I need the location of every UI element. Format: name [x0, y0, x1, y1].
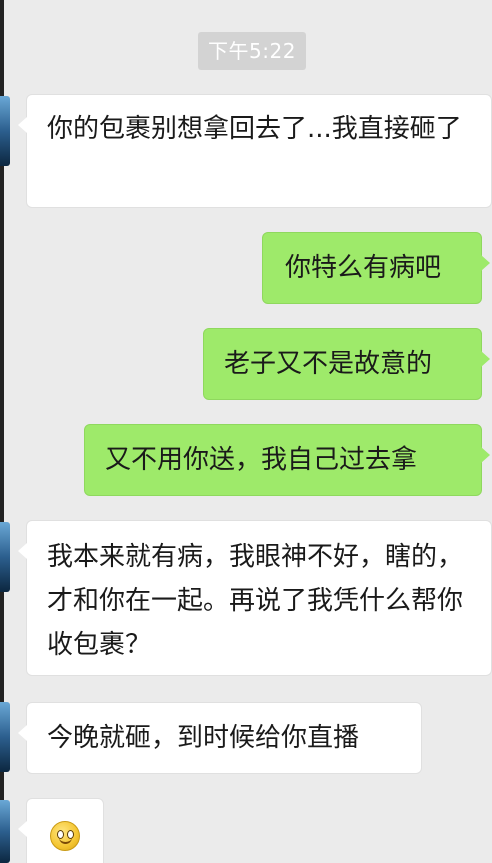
contact-avatar[interactable] — [0, 800, 10, 863]
incoming-message-bubble[interactable]: 你的包裹别想拿回去了...我直接砸了 — [18, 94, 492, 208]
chat-window: 下午5:22 你的包裹别想拿回去了...我直接砸了 你特么有病吧 老子又不是故意… — [0, 0, 492, 863]
incoming-emoji-bubble[interactable] — [18, 798, 104, 863]
incoming-message-bubble[interactable]: 我本来就有病，我眼神不好，瞎的，才和你在一起。再说了我凭什么帮你收包裹？ — [18, 520, 492, 676]
message-text: 你特么有病吧 — [285, 253, 442, 283]
contact-avatar[interactable] — [0, 702, 10, 772]
outgoing-message-bubble[interactable]: 老子又不是故意的 — [203, 328, 490, 400]
outgoing-message-bubble[interactable]: 又不用你送，我自己过去拿 — [84, 424, 490, 496]
timestamp-label: 下午5:22 — [198, 32, 306, 70]
message-text: 又不用你送，我自己过去拿 — [105, 445, 418, 475]
emoji-mouth — [59, 837, 72, 844]
outgoing-message-bubble[interactable]: 你特么有病吧 — [262, 232, 490, 304]
smile-emoji-icon — [50, 821, 80, 851]
message-text: 今晚就砸，到时候给你直播 — [47, 723, 360, 753]
message-text: 老子又不是故意的 — [224, 349, 433, 379]
message-text: 我本来就有病，我眼神不好，瞎的，才和你在一起。再说了我凭什么帮你收包裹？ — [47, 542, 464, 660]
contact-avatar[interactable] — [0, 522, 10, 592]
incoming-message-bubble[interactable]: 今晚就砸，到时候给你直播 — [18, 702, 422, 774]
contact-avatar[interactable] — [0, 96, 10, 166]
message-text: 你的包裹别想拿回去了...我直接砸了 — [47, 114, 462, 144]
